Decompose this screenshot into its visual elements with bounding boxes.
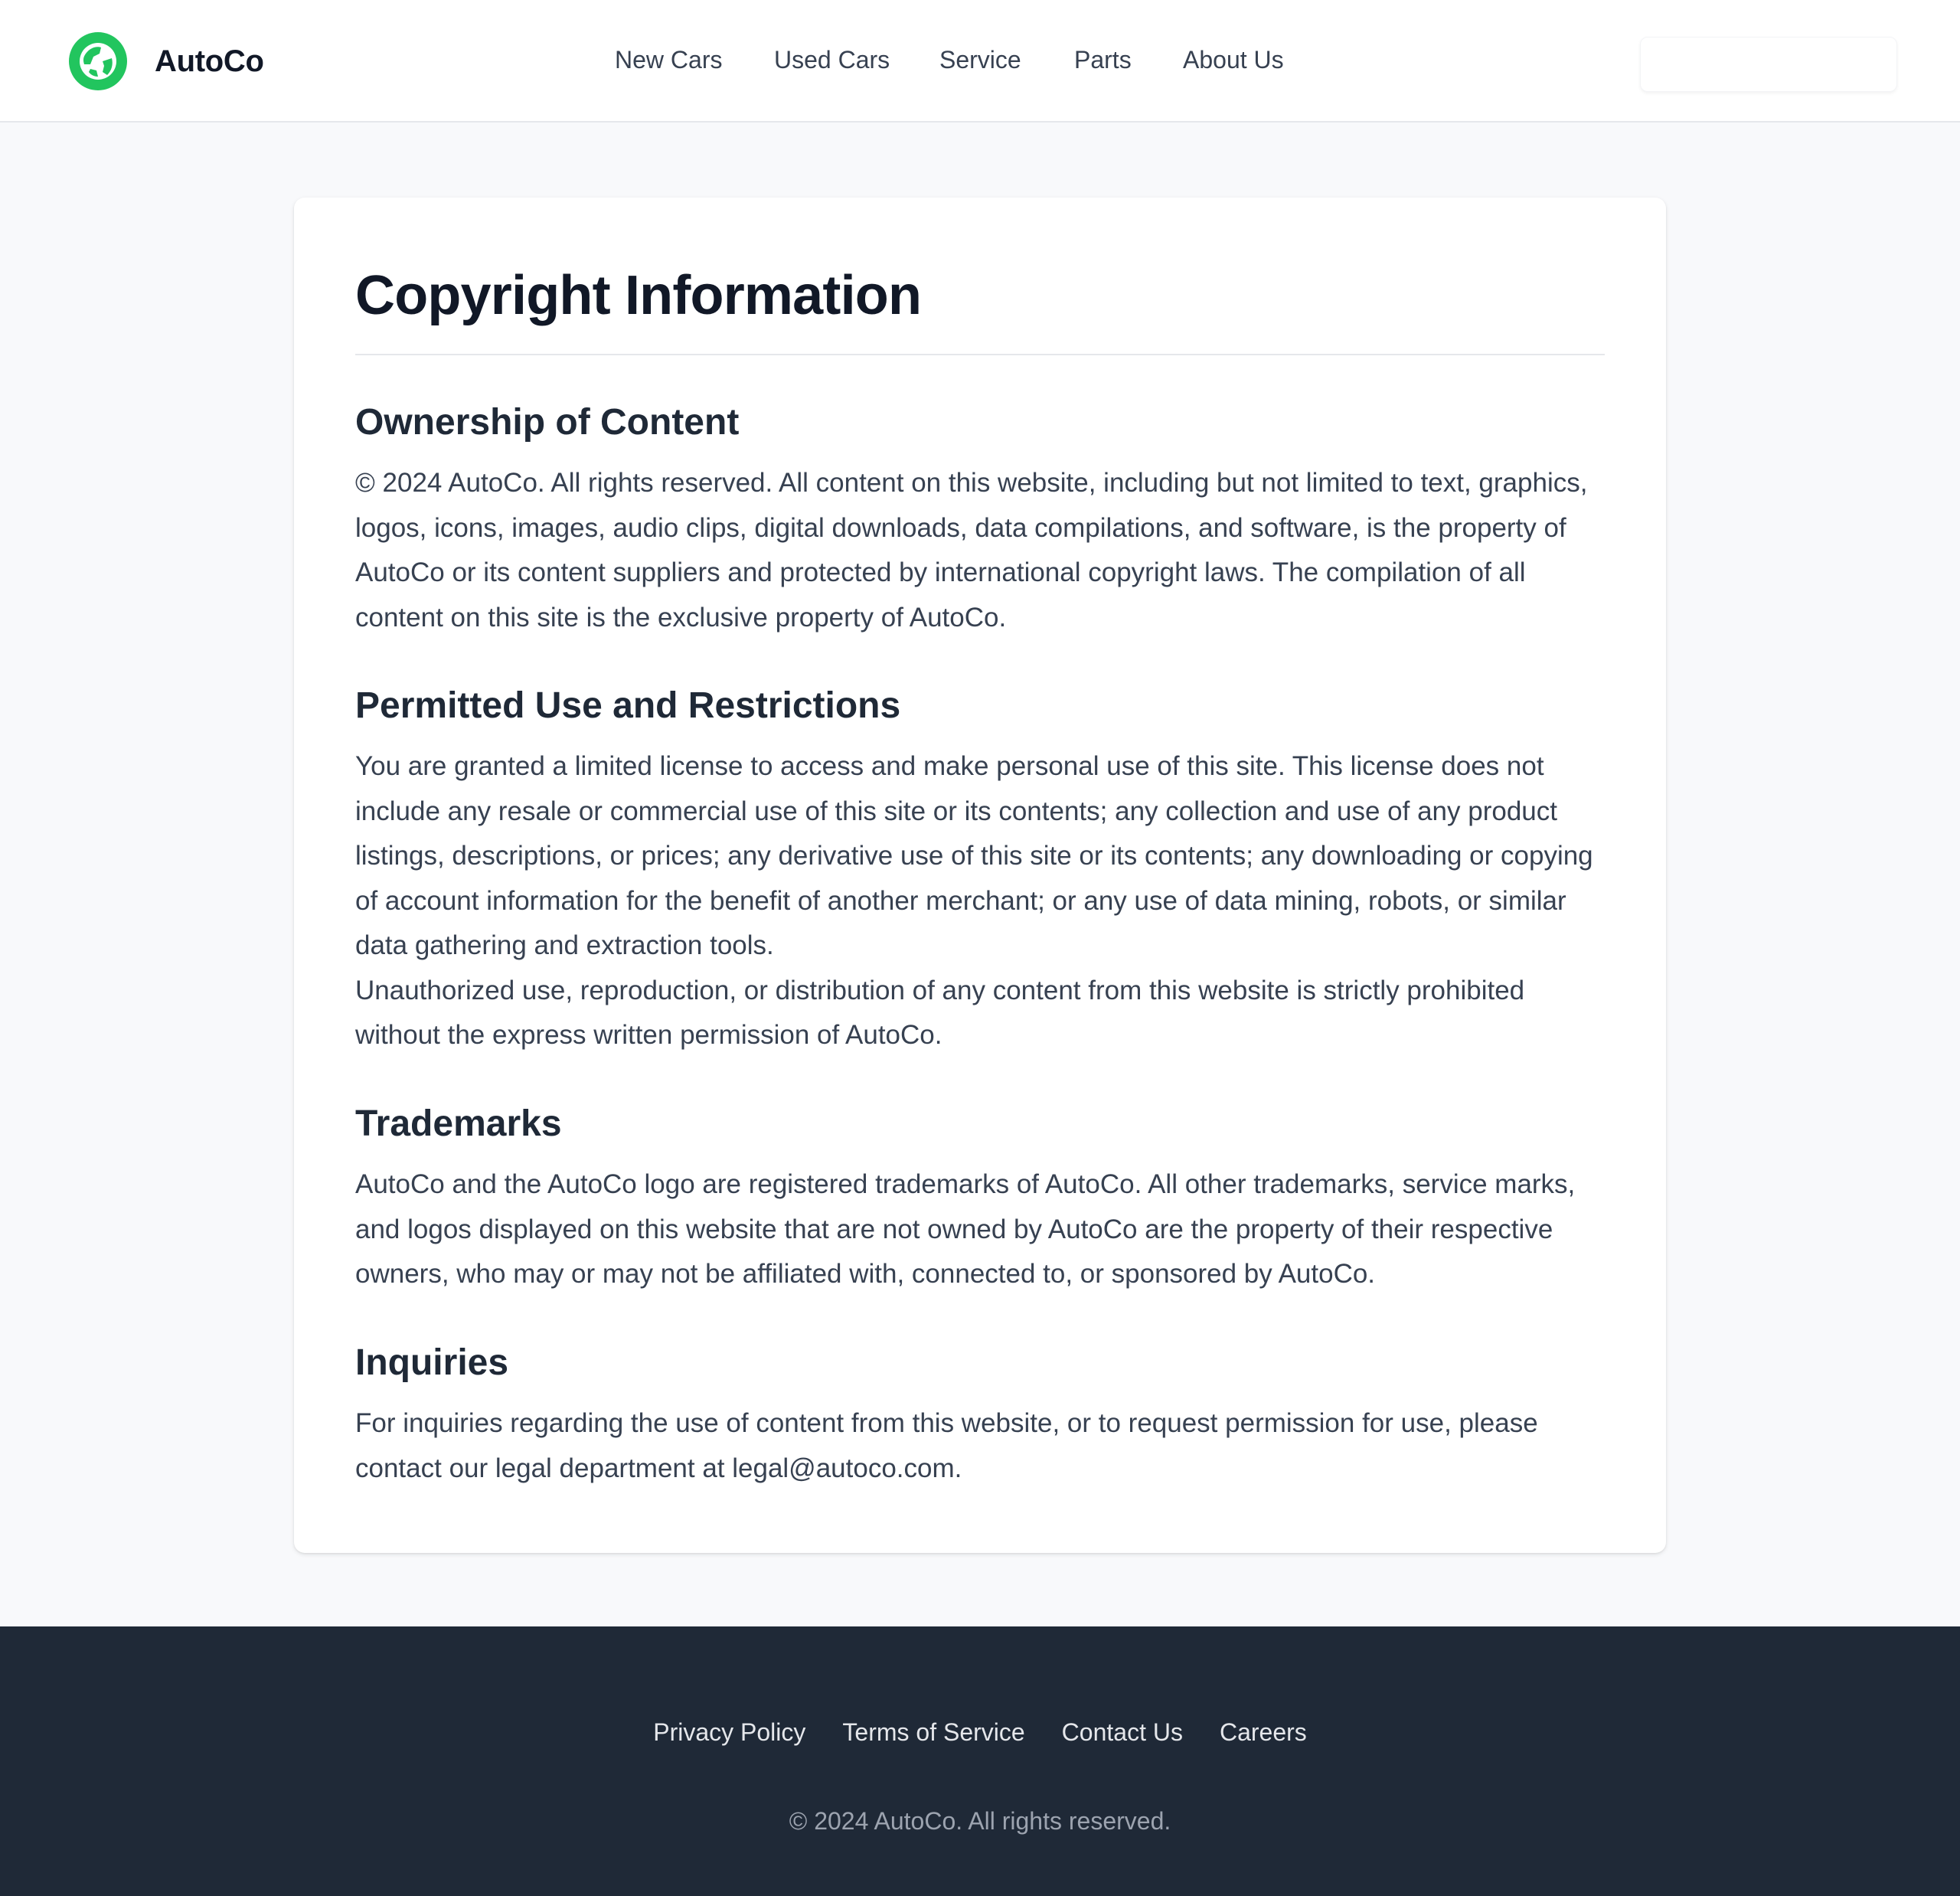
section-trademarks: Trademarks AutoCo and the AutoCo logo ar… <box>355 1100 1611 1297</box>
nav-parts[interactable]: Parts <box>1074 43 1132 77</box>
section-heading: Ownership of Content <box>355 402 740 443</box>
section-paragraph: Unauthorized use, reproduction, or distr… <box>355 975 1525 1051</box>
content-card: Copyright Information Ownership of Conte… <box>294 198 1666 1553</box>
section-paragraph: AutoCo and the AutoCo logo are registere… <box>355 1169 1576 1289</box>
nav-service[interactable]: Service <box>939 43 1021 77</box>
site-header: AutoCo New Cars Used Cars Service Parts … <box>0 0 1960 123</box>
section-paragraph: For inquiries regarding the use of conte… <box>355 1408 1538 1483</box>
footer-link-privacy-policy[interactable]: Privacy Policy <box>653 1715 805 1749</box>
page-title: Copyright Information <box>355 259 1605 355</box>
footer-copyright: © 2024 AutoCo. All rights reserved. <box>789 1807 1171 1835</box>
section-paragraph: You are granted a limited license to acc… <box>355 751 1593 960</box>
nav-about-us[interactable]: About Us <box>1183 43 1284 77</box>
section-inquiries: Inquiries For inquiries regarding the us… <box>355 1339 1611 1491</box>
section-ownership: Ownership of Content © 2024 AutoCo. All … <box>355 398 1611 640</box>
nav-new-cars[interactable]: New Cars <box>615 43 722 77</box>
footer-link-careers[interactable]: Careers <box>1220 1715 1307 1749</box>
footer-nav: Privacy Policy Terms of Service Contact … <box>0 1715 1960 1749</box>
header-action-button[interactable] <box>1640 37 1897 92</box>
section-permitted-use: Permitted Use and Restrictions You are g… <box>355 682 1611 1058</box>
section-heading: Permitted Use and Restrictions <box>355 685 901 726</box>
section-heading: Inquiries <box>355 1342 509 1383</box>
section-heading: Trademarks <box>355 1103 562 1144</box>
footer-link-contact-us[interactable]: Contact Us <box>1062 1715 1183 1749</box>
nav-used-cars[interactable]: Used Cars <box>774 43 890 77</box>
section-paragraph: © 2024 AutoCo. All rights reserved. All … <box>355 468 1588 633</box>
site-footer: Privacy Policy Terms of Service Contact … <box>0 1626 1960 1896</box>
footer-link-terms-of-service[interactable]: Terms of Service <box>842 1715 1024 1749</box>
